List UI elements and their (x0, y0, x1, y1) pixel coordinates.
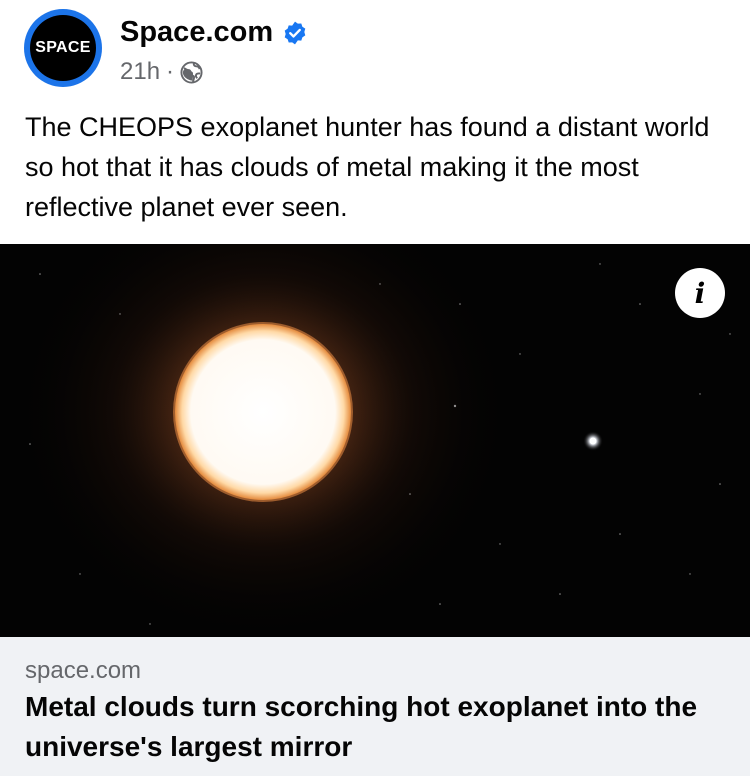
exoplanet-artwork (0, 244, 750, 637)
page-name-link[interactable]: Space.com (120, 16, 308, 49)
link-preview-card[interactable]: space.com Metal clouds turn scorching ho… (0, 637, 750, 776)
logo-text: SPACE (35, 39, 91, 56)
page-name: Space.com (120, 16, 274, 48)
post-meta: 21h · (120, 58, 203, 86)
post-time[interactable]: 21h (120, 58, 160, 86)
page-avatar[interactable]: SPACE (24, 9, 102, 87)
verified-check-icon (284, 21, 306, 44)
info-button[interactable]: i (675, 268, 725, 318)
link-title[interactable]: Metal clouds turn scorching hot exoplane… (25, 687, 725, 767)
meta-separator: · (166, 58, 175, 85)
globe-icon[interactable] (180, 60, 203, 84)
link-domain: space.com (25, 657, 142, 684)
post-header: SPACE Space.com 21h · (0, 0, 750, 100)
post-image[interactable]: i (0, 244, 750, 637)
info-icon: i (694, 276, 706, 310)
space-logo: SPACE (30, 15, 96, 81)
post-caption: The CHEOPS exoplanet hunter has found a … (25, 112, 710, 222)
